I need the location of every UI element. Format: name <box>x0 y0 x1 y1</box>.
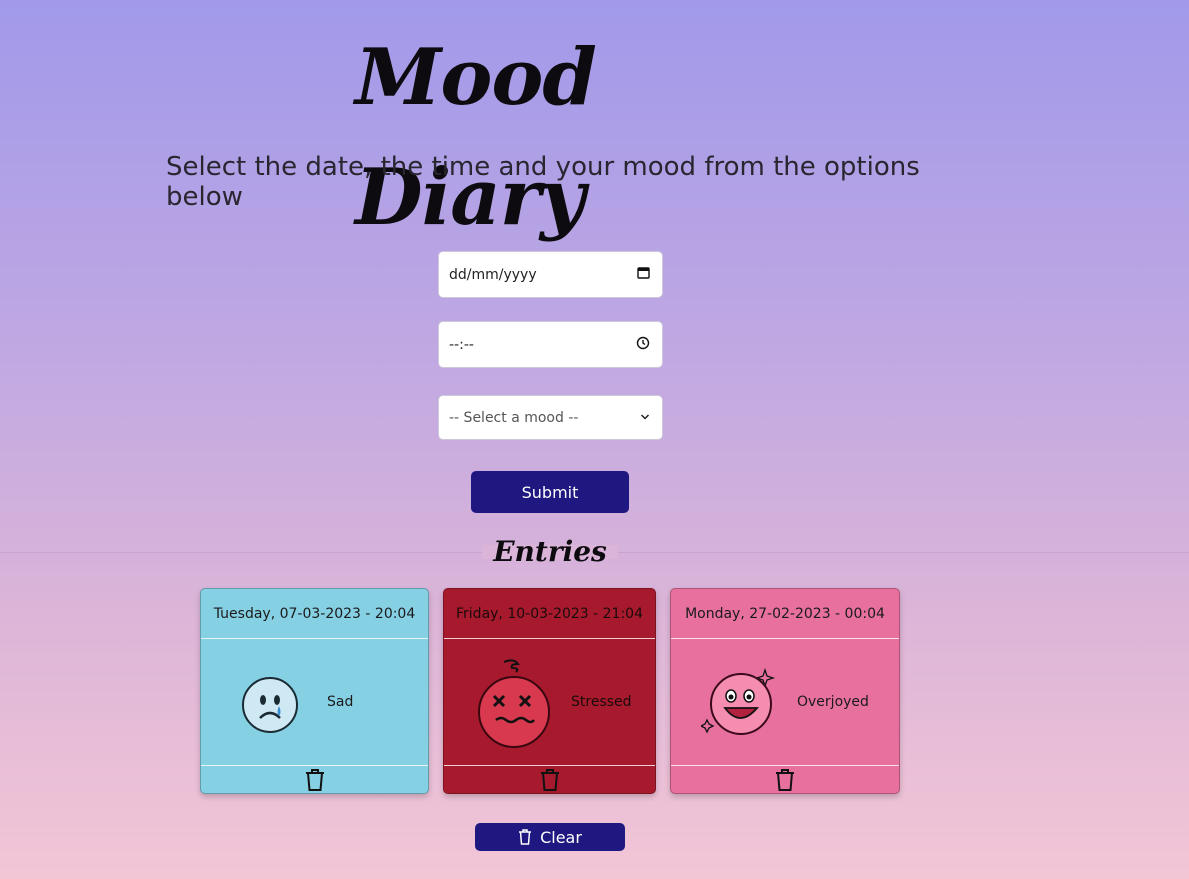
overjoyed-face-icon <box>701 667 776 735</box>
time-input[interactable]: --:-- <box>438 321 663 368</box>
trash-icon[interactable] <box>539 768 561 792</box>
calendar-icon[interactable] <box>637 266 650 283</box>
entry-body: Stressed <box>444 640 655 766</box>
entry-datetime: Tuesday, 07-03-2023 - 20:04 <box>201 589 428 639</box>
trash-icon[interactable] <box>774 768 796 792</box>
delete-entry-button[interactable] <box>671 765 899 793</box>
mood-select[interactable]: -- Select a mood -- <box>438 395 663 440</box>
delete-entry-button[interactable] <box>201 765 428 793</box>
entry-body: Overjoyed <box>671 640 899 766</box>
entry-card: Tuesday, 07-03-2023 - 20:04 Sad <box>200 588 429 794</box>
sad-face-icon <box>242 677 298 733</box>
entry-mood: Sad <box>327 694 354 710</box>
entry-datetime: Monday, 27-02-2023 - 00:04 <box>671 589 899 639</box>
mood-select-value: -- Select a mood -- <box>449 409 579 426</box>
entries-heading: Entries <box>493 535 607 568</box>
date-input[interactable]: dd/mm/yyyy <box>438 251 663 298</box>
submit-button[interactable]: Submit <box>471 471 629 513</box>
time-input-value: --:-- <box>449 336 474 353</box>
delete-entry-button[interactable] <box>444 765 655 793</box>
instructions-text: Select the date, the time and your mood … <box>166 152 920 212</box>
entry-card: Friday, 10-03-2023 - 21:04 Stressed <box>443 588 656 794</box>
entry-card: Monday, 27-02-2023 - 00:04 Overjoyed <box>670 588 900 794</box>
stressed-face-icon <box>478 659 550 748</box>
entry-mood: Overjoyed <box>797 694 869 710</box>
date-input-value: dd/mm/yyyy <box>449 266 537 283</box>
trash-icon <box>519 829 532 845</box>
entry-mood: Stressed <box>571 694 632 710</box>
entry-datetime: Friday, 10-03-2023 - 21:04 <box>444 589 655 639</box>
app-title: Mood Diary <box>355 32 597 243</box>
clock-icon[interactable] <box>636 336 650 354</box>
entry-body: Sad <box>201 640 428 766</box>
chevron-down-icon <box>640 410 650 426</box>
trash-icon[interactable] <box>304 768 326 792</box>
clear-button-label: Clear <box>540 827 582 847</box>
clear-button[interactable]: Clear <box>475 823 625 851</box>
